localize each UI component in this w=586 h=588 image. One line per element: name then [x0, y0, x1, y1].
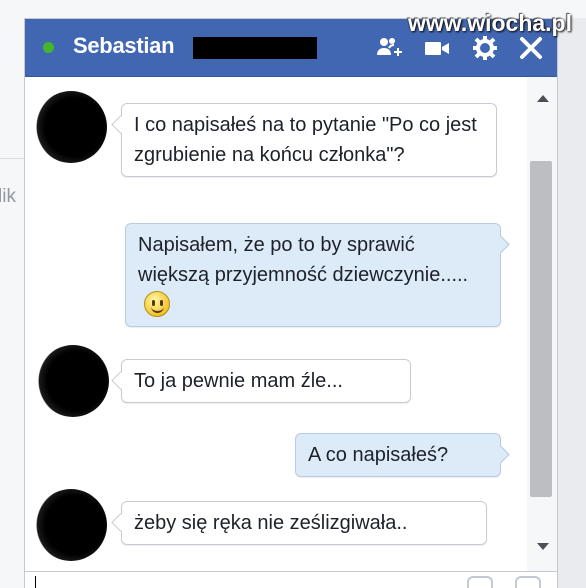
- message-bubble-outgoing: A co napisałeś?: [295, 433, 501, 477]
- message-bubble-incoming: To ja pewnie mam źle...: [121, 359, 411, 403]
- message-text: Napisałem, że po to by sprawić większą p…: [138, 234, 469, 286]
- scroll-up-arrow-icon[interactable]: [537, 95, 549, 102]
- smiley-icon: [144, 291, 170, 317]
- camera-icon[interactable]: [467, 576, 493, 588]
- contact-avatar[interactable]: [35, 91, 115, 163]
- contact-name[interactable]: Sebastian: [73, 33, 175, 59]
- message-text: I co napisałeś na to pytanie "Po co jest…: [134, 114, 477, 166]
- close-icon[interactable]: [517, 34, 545, 62]
- message-list[interactable]: I co napisałeś na to pytanie "Po co jest…: [25, 77, 527, 571]
- message-composer[interactable]: [25, 571, 557, 588]
- scrollbar[interactable]: [527, 77, 557, 571]
- online-status-icon: [43, 42, 54, 53]
- scroll-down-arrow-icon[interactable]: [537, 543, 549, 550]
- message-bubble-incoming: I co napisałeś na to pytanie "Po co jest…: [121, 103, 497, 177]
- contact-avatar[interactable]: [35, 489, 115, 561]
- video-call-icon[interactable]: [423, 34, 451, 62]
- chat-window: Sebastian I co napisałeś na to pytanie "…: [24, 18, 558, 588]
- message-text: To ja pewnie mam źle...: [134, 370, 343, 392]
- scrollbar-thumb[interactable]: [530, 161, 552, 497]
- contact-avatar[interactable]: [37, 345, 117, 417]
- watermark: www.wiocha.pl: [408, 10, 572, 36]
- background-text-fragment: lik: [0, 186, 16, 207]
- text-cursor: [35, 576, 36, 588]
- emoji-picker-icon[interactable]: [515, 576, 541, 588]
- message-bubble-incoming: żeby się ręka nie ześlizgiwała..: [121, 501, 487, 545]
- message-text: żeby się ręka nie ześlizgiwała..: [134, 512, 408, 534]
- message-text: A co napisałeś?: [308, 444, 449, 466]
- redacted-surname: [193, 37, 317, 59]
- gear-icon[interactable]: [471, 34, 499, 62]
- message-bubble-outgoing: Napisałem, że po to by sprawić większą p…: [125, 223, 501, 327]
- add-user-icon[interactable]: [375, 34, 403, 62]
